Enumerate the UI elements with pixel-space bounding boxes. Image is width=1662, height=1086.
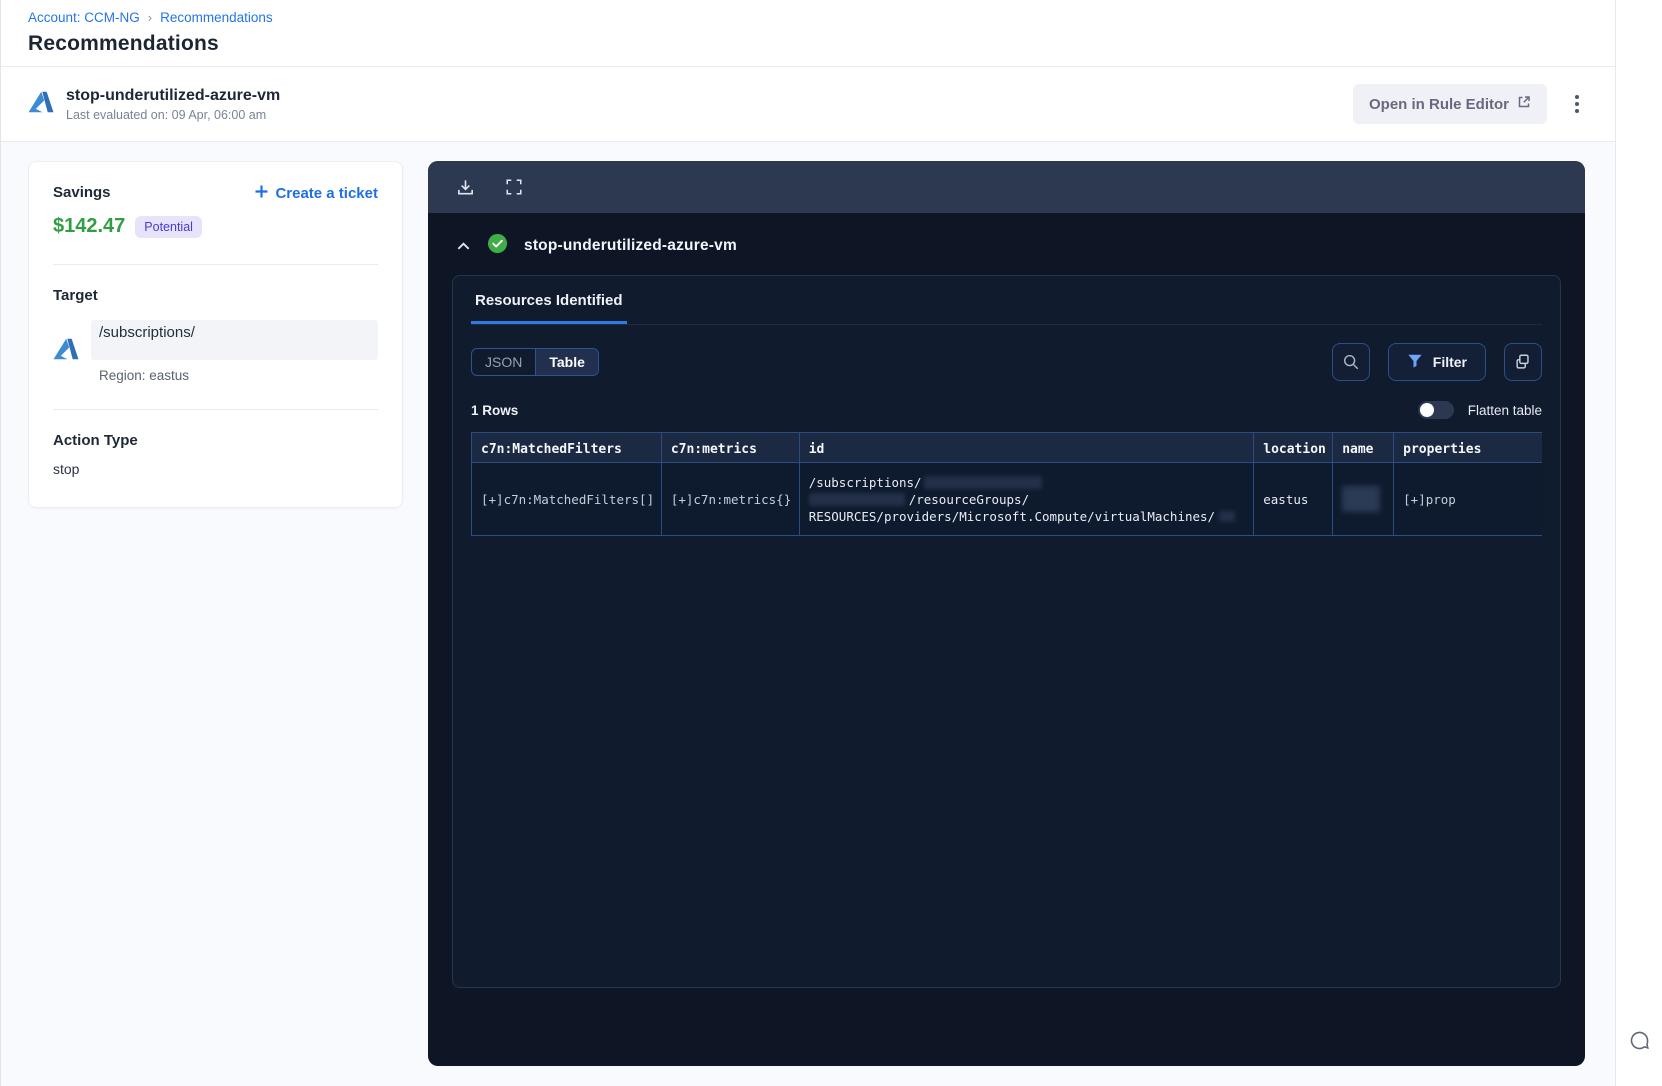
redacted-subscription-id [923,475,1042,489]
resources-table: c7n:MatchedFilters c7n:metrics id locati… [471,432,1542,536]
redacted-name [1342,486,1381,512]
more-options-menu-button[interactable] [1569,89,1585,119]
panel-rule-row: stop-underutilized-azure-vm [428,213,1585,265]
target-path-redacted: /subscriptions/ [91,320,378,360]
flatten-table-label: Flatten table [1467,402,1542,418]
cell-location: eastus [1263,491,1309,507]
target-region: Region: eastus [99,368,190,383]
page-title: Recommendations [28,32,219,55]
potential-badge: Potential [135,215,202,238]
chat-help-button[interactable] [1626,1027,1652,1058]
col-header-id[interactable]: id [809,442,825,457]
main-column: Account: CCM-NG › Recommendations Recomm… [0,0,1615,1086]
filter-funnel-icon [1407,353,1423,372]
panel-rule-name: stop-underutilized-azure-vm [524,237,737,254]
action-type-value: stop [53,461,80,477]
tabs-row: Resources Identified [471,276,1542,325]
target-detail: /subscriptions/ Region: eastus [91,320,378,383]
rule-last-evaluated: Last evaluated on: 09 Apr, 06:00 am [66,107,267,122]
open-in-rule-editor-label: Open in Rule Editor [1368,95,1509,113]
target-label: Target [53,287,98,304]
cell-properties-expand[interactable]: [+]prop [1403,492,1535,507]
table-actions: Filter [1331,343,1542,381]
rows-count: 1 Rows [471,402,519,418]
open-in-rule-editor-button[interactable]: Open in Rule Editor [1352,84,1547,124]
flatten-table-toggle[interactable] [1417,401,1454,419]
collapse-chevron-up-icon[interactable] [456,239,471,254]
copy-button[interactable] [1504,343,1542,381]
panel-toolbar [428,161,1585,213]
savings-amount: $142.47 [53,215,126,237]
right-rail [1615,0,1662,1086]
plus-icon [254,184,269,203]
create-ticket-label: Create a ticket [275,185,378,202]
divider [53,409,378,410]
view-table-button[interactable]: Table [536,349,598,375]
tab-resources-identified[interactable]: Resources Identified [471,292,627,324]
col-header-matchedfilters[interactable]: c7n:MatchedFilters [481,442,622,457]
rule-title-block: stop-underutilized-azure-vm Last evaluat… [66,87,280,122]
table-header-row: c7n:MatchedFilters c7n:metrics id locati… [472,433,1542,463]
results-panel: stop-underutilized-azure-vm Resources Id… [428,161,1585,1066]
col-header-location[interactable]: location [1263,442,1326,457]
breadcrumb-recommendations-link[interactable]: Recommendations [160,10,273,25]
col-header-name[interactable]: name [1342,442,1373,457]
cell-id: /subscriptions/ /resourceGroups/ RESOURC… [800,463,1255,535]
controls-row: JSON Table Filter [471,343,1542,381]
col-header-metrics[interactable]: c7n:metrics [671,442,757,457]
rule-header-actions: Open in Rule Editor [1352,84,1585,124]
col-header-properties[interactable]: properties [1403,442,1481,457]
cell-name [1333,463,1395,535]
redacted-vm-name [1219,510,1236,522]
download-button[interactable] [454,176,477,199]
external-link-icon [1517,95,1531,113]
redacted-resource-group [808,492,905,506]
savings-card: Savings Create a ticket $142.47 Potentia… [28,161,403,508]
rows-row: 1 Rows Flatten table [471,401,1542,419]
rule-name: stop-underutilized-azure-vm [66,86,281,104]
create-ticket-button[interactable]: Create a ticket [254,184,378,203]
rule-header: stop-underutilized-azure-vm Last evaluat… [1,67,1615,142]
savings-label: Savings [53,184,111,201]
flatten-group: Flatten table [1417,401,1542,419]
divider [53,264,378,265]
cell-matchedfilters-expand[interactable]: [+]c7n:MatchedFilters[] [481,492,654,507]
action-type-label: Action Type [53,432,138,449]
content-area: Savings Create a ticket $142.47 Potentia… [1,142,1615,1086]
view-mode-toggle: JSON Table [471,348,599,376]
resources-table-wrap: c7n:MatchedFilters c7n:metrics id locati… [471,432,1542,536]
cell-metrics-expand[interactable]: [+]c7n:metrics{} [671,492,791,507]
topbar: Account: CCM-NG › Recommendations Recomm… [1,0,1615,66]
target-path: /subscriptions/ [99,324,195,341]
breadcrumb-account-link[interactable]: Account: CCM-NG [28,10,140,25]
azure-logo-icon [28,89,54,120]
resources-card: Resources Identified JSON Table Filter 1… [452,275,1561,988]
breadcrumb-separator-icon: › [147,10,153,25]
filter-label: Filter [1432,354,1467,370]
view-json-button[interactable]: JSON [472,349,537,375]
table-row: [+]c7n:MatchedFilters[] [+]c7n:metrics{}… [472,463,1542,535]
breadcrumb: Account: CCM-NG › Recommendations [28,10,1615,25]
azure-target-icon [53,336,79,367]
rule-identity: stop-underutilized-azure-vm Last evaluat… [28,87,280,122]
fullscreen-button[interactable] [503,176,525,198]
search-button[interactable] [1331,343,1370,381]
filter-button[interactable]: Filter [1387,343,1486,381]
success-check-icon [487,233,508,259]
